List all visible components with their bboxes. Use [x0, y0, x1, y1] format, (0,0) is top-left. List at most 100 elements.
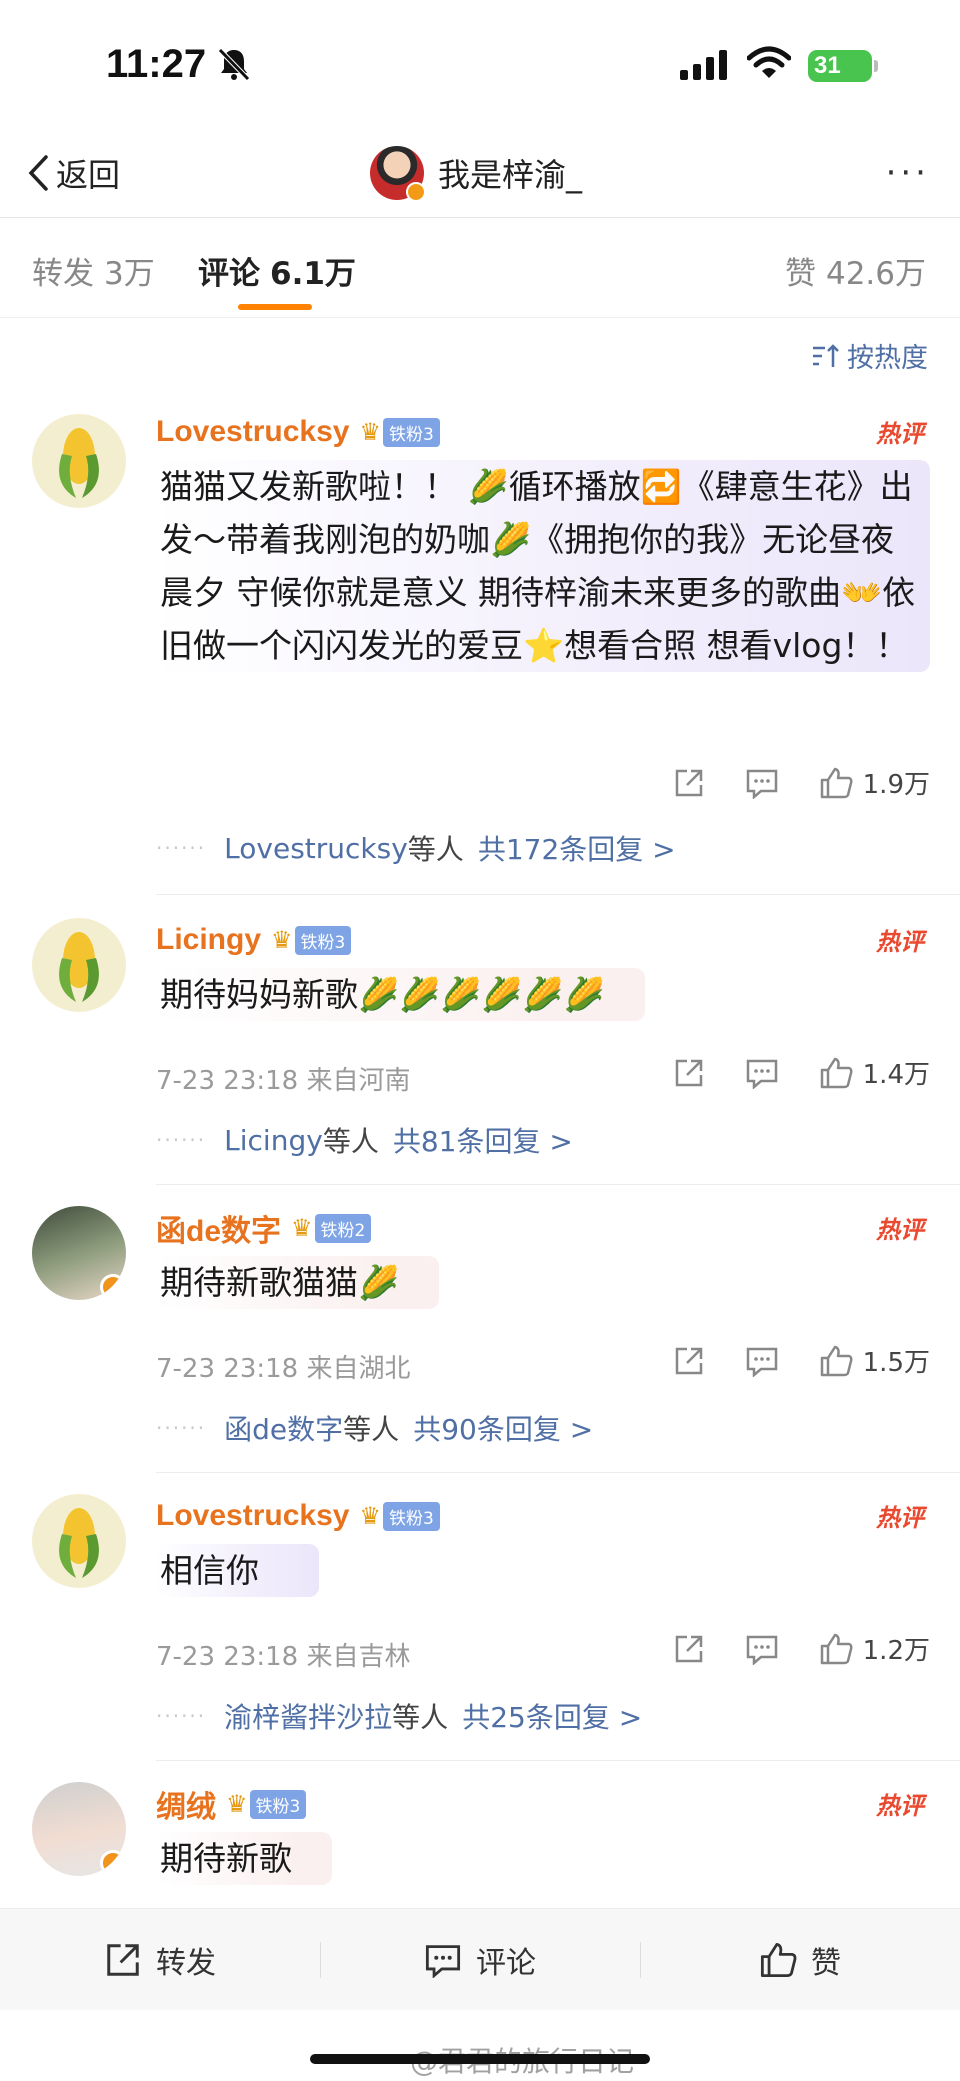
avatar[interactable]: [32, 1494, 126, 1588]
reply-username: 渝梓酱拌沙拉: [224, 1701, 393, 1734]
sort-label: 按热度: [847, 343, 928, 374]
bottom-action-bar: 转发 评论 赞: [0, 1908, 960, 2010]
profile-link[interactable]: 我是梓渝_: [370, 144, 582, 202]
reply-username: 函de数字: [224, 1413, 344, 1446]
comment-username[interactable]: 函de数字: [156, 1206, 281, 1250]
avatar[interactable]: [32, 1206, 126, 1300]
share-icon: [675, 1059, 702, 1086]
thumbs-up-icon: [820, 1057, 853, 1088]
divider: [156, 1472, 960, 1473]
crown-icon: ♛: [359, 418, 381, 446]
verified-icon: [100, 1850, 126, 1876]
tab-indicator: [238, 304, 312, 310]
share-icon: [107, 1943, 139, 1976]
tab-comments[interactable]: 评论 6.1万: [198, 248, 356, 293]
like-button[interactable]: 赞: [640, 1930, 960, 1990]
fan-badge: ♛ 铁粉3: [359, 417, 440, 447]
chevron-left-icon: [28, 155, 48, 191]
avatar[interactable]: [32, 414, 126, 508]
reply-button[interactable]: [745, 1633, 779, 1665]
sort-icon: [813, 343, 839, 367]
hot-comment-badge: 热评: [876, 928, 924, 956]
back-label: 返回: [56, 156, 121, 194]
like-label: 赞: [811, 1945, 841, 1981]
fan-badge: ♛ 铁粉3: [271, 925, 352, 955]
divider: [156, 894, 960, 895]
avatar: [370, 146, 426, 202]
comment-icon: [746, 1635, 777, 1665]
wifi-icon: [747, 46, 791, 78]
bell-off-icon: [218, 48, 250, 81]
like-button[interactable]: 1.2万: [819, 1630, 930, 1667]
comment-button[interactable]: 评论: [320, 1930, 640, 1990]
comment-username[interactable]: 绸绒: [156, 1782, 216, 1826]
replies-link[interactable]: ······ Lovestrucksy 等人 共172条回复 >: [156, 828, 930, 868]
share-button[interactable]: [673, 1633, 705, 1665]
share-button[interactable]: [673, 1057, 705, 1089]
comment-item: Lovestrucksy ♛ 铁粉3 热评 猫猫又发新歌啦！！ 🌽循环播放🔁《肆…: [0, 410, 960, 895]
comment-text: 期待新歌猫猫🌽: [156, 1256, 440, 1309]
fan-badge: ♛ 铁粉2: [291, 1213, 372, 1243]
tab-repost[interactable]: 转发 3万: [32, 248, 155, 293]
like-button[interactable]: 1.9万: [819, 764, 930, 801]
comment-meta: 7-23 23:18 来自吉林: [156, 1642, 411, 1672]
crown-icon: ♛: [359, 1502, 381, 1530]
comment-icon: [746, 1347, 777, 1377]
share-icon: [675, 1635, 702, 1662]
hot-comment-badge: 热评: [876, 1504, 924, 1532]
crown-icon: ♛: [271, 926, 293, 954]
thumbs-up-icon: [820, 1633, 853, 1664]
hot-comment-badge: 热评: [876, 420, 924, 448]
verified-icon: [100, 1274, 126, 1300]
corn-icon: [59, 932, 99, 1002]
replies-link[interactable]: ······ 函de数字 等人 共90条回复 >: [156, 1408, 930, 1448]
reply-button[interactable]: [745, 767, 779, 799]
share-icon: [675, 1347, 702, 1374]
comment-meta: 7-23 23:18 来自河南: [156, 1066, 411, 1096]
comment-text: 相信你: [156, 1544, 319, 1597]
like-count: 1.9万: [862, 770, 930, 800]
tab-bar: 转发 3万 评论 6.1万 赞 42.6万: [0, 218, 960, 318]
like-button[interactable]: 1.5万: [819, 1342, 930, 1379]
comment-icon: [746, 769, 777, 799]
share-icon: [675, 769, 702, 796]
comment-label: 评论: [476, 1945, 536, 1981]
reply-count: 共81条回复 >: [392, 1125, 573, 1158]
thumbs-up-icon: [760, 1942, 797, 1977]
divider: [156, 1760, 960, 1761]
comment-username[interactable]: Licingy: [156, 923, 261, 957]
like-button[interactable]: 1.4万: [819, 1054, 930, 1091]
more-button[interactable]: ···: [886, 156, 930, 190]
comment-username[interactable]: Lovestrucksy: [156, 1499, 349, 1533]
repost-button[interactable]: 转发: [0, 1930, 320, 1990]
crown-icon: ♛: [291, 1214, 313, 1242]
share-button[interactable]: [673, 767, 705, 799]
back-button[interactable]: 返回: [26, 148, 120, 198]
replies-link[interactable]: ······ Licingy 等人 共81条回复 >: [156, 1120, 930, 1160]
signal-icon: [680, 50, 727, 80]
nav-bar: 返回 我是梓渝_ ···: [0, 130, 960, 218]
replies-link[interactable]: ······ 渝梓酱拌沙拉 等人 共25条回复 >: [156, 1696, 930, 1736]
sort-button[interactable]: 按热度: [811, 336, 928, 375]
verified-icon: [406, 182, 426, 202]
comment-item: Lovestrucksy ♛ 铁粉3 热评 相信你 7-23 23:18 来自吉…: [0, 1494, 960, 1764]
home-indicator[interactable]: [310, 2054, 650, 2064]
divider: [156, 1184, 960, 1185]
avatar[interactable]: [32, 918, 126, 1012]
tab-likes[interactable]: 赞 42.6万: [785, 248, 926, 293]
status-bar: 11:27 31: [0, 0, 960, 130]
page-title: 我是梓渝_: [438, 156, 583, 194]
reply-count: 共25条回复 >: [462, 1701, 643, 1734]
avatar[interactable]: [32, 1782, 126, 1876]
reply-button[interactable]: [745, 1057, 779, 1089]
share-button[interactable]: [673, 1345, 705, 1377]
like-count: 1.4万: [862, 1060, 930, 1090]
reply-button[interactable]: [745, 1345, 779, 1377]
comment-username[interactable]: Lovestrucksy: [156, 415, 349, 449]
comment-meta: 7-23 23:18 来自湖北: [156, 1354, 411, 1384]
corn-icon: [59, 1508, 99, 1578]
like-count: 1.2万: [862, 1636, 930, 1666]
reply-username: Licingy: [224, 1123, 323, 1157]
comment-item: Licingy ♛ 铁粉3 热评 期待妈妈新歌🌽🌽🌽🌽🌽🌽 7-23 23:18…: [0, 918, 960, 1188]
comment-text: 期待妈妈新歌🌽🌽🌽🌽🌽🌽: [156, 968, 645, 1021]
